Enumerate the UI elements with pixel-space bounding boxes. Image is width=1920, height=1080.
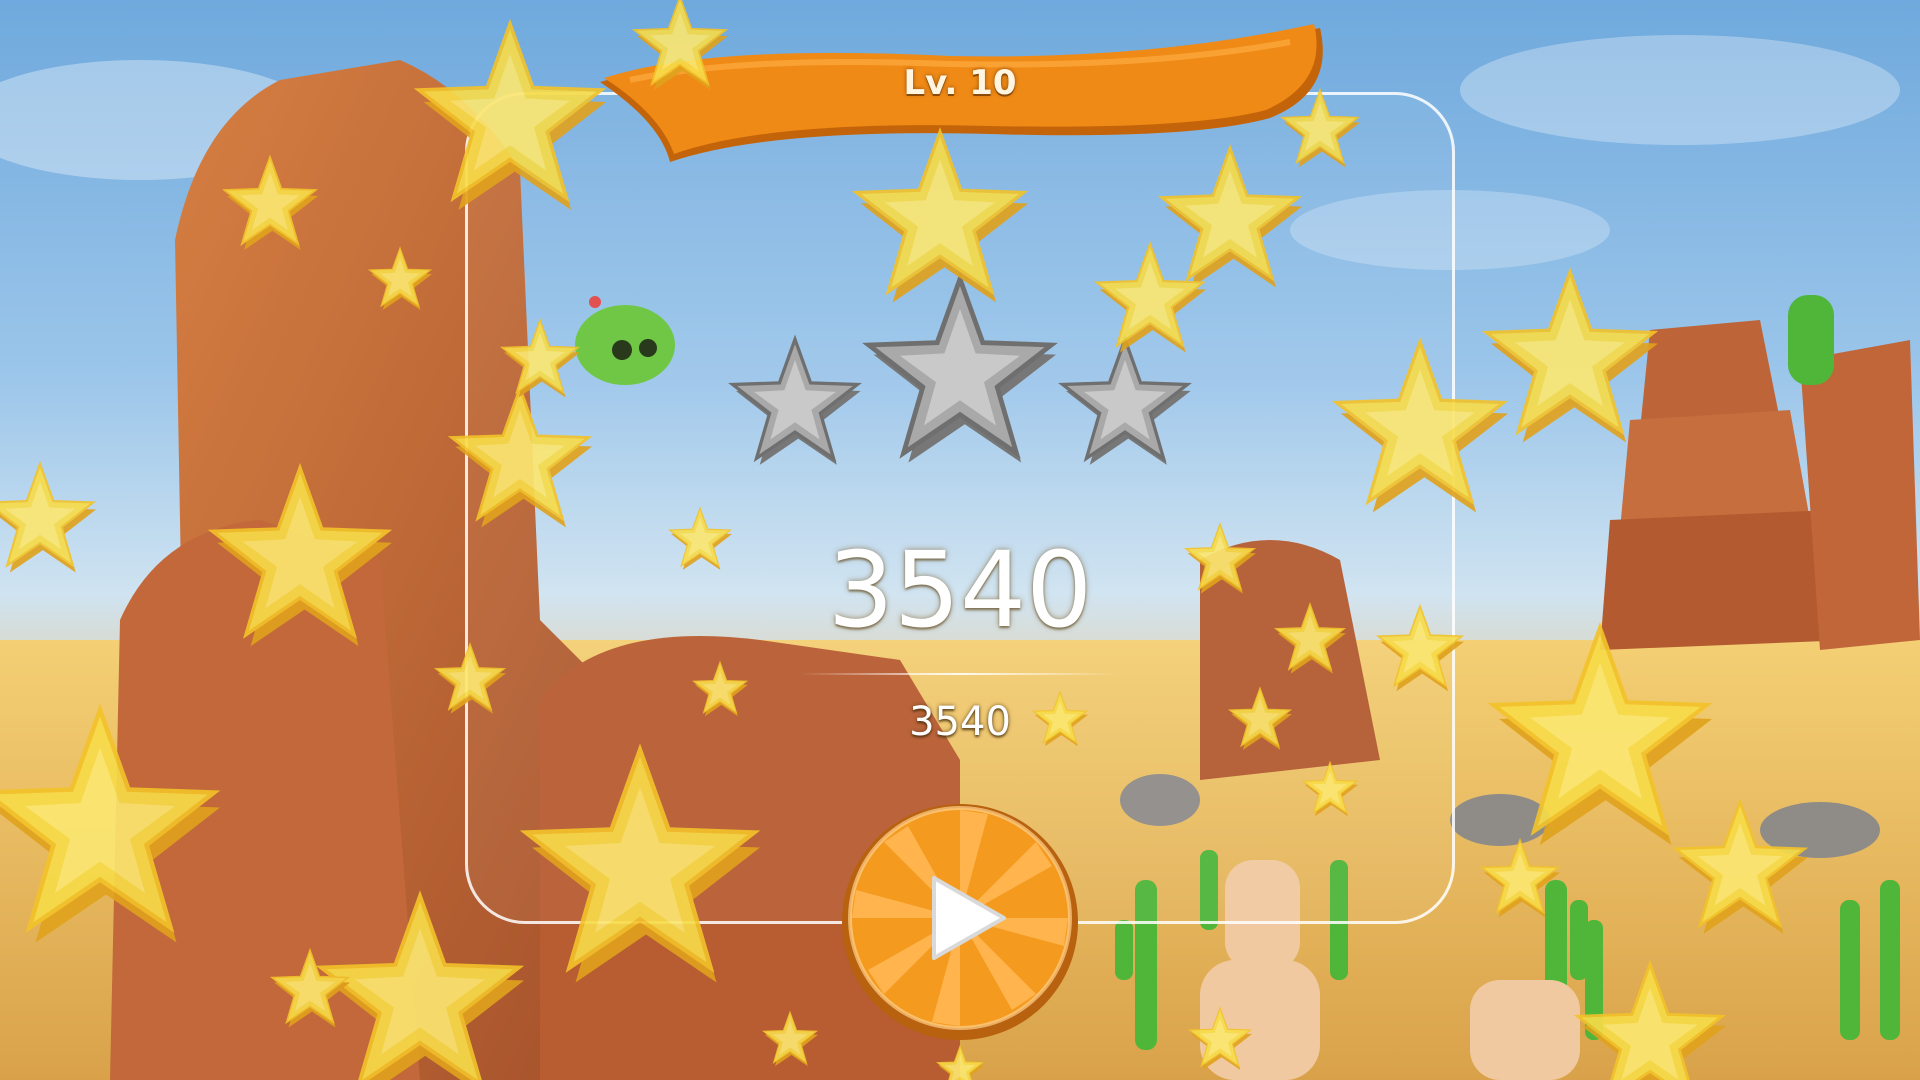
score-secondary: 3540 — [909, 699, 1011, 745]
rating-star-right — [1058, 334, 1192, 465]
rock-stack-right — [1600, 320, 1920, 650]
score-total: 3540 — [827, 529, 1093, 651]
play-button-graphic — [842, 804, 1078, 1040]
level-label: Lv. 10 — [903, 63, 1017, 103]
star-rating — [728, 271, 1192, 465]
rating-star-left — [728, 334, 862, 465]
score-divider — [800, 673, 1120, 675]
level-banner: Lv. 10 — [590, 22, 1330, 172]
rating-star-center — [862, 271, 1058, 463]
game-scene: Lv. 10 3540 3540 — [0, 0, 1920, 1080]
play-button[interactable] — [838, 800, 1082, 1044]
